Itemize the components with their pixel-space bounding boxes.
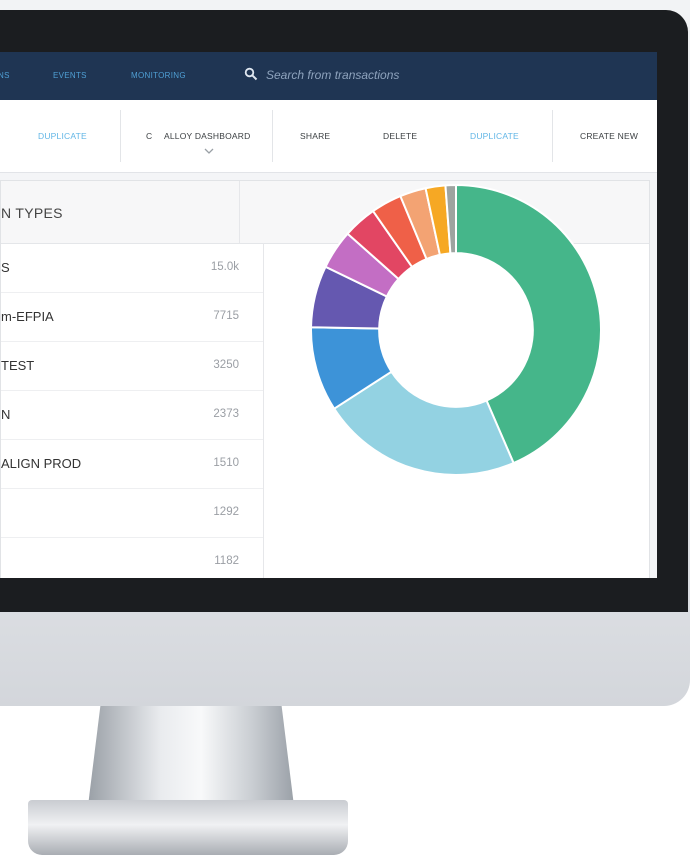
chevron-down-icon[interactable] [203,147,215,155]
search-input[interactable] [266,66,646,84]
monitor-stand-base [28,800,348,855]
monitor-stand-neck [88,706,294,806]
item-label: m-EFPIA [1,309,54,324]
dashboard-toolbar: DUPLICATE C ALLOY DASHBOARD SHARE DELETE… [0,100,657,173]
toolbar-divider [120,110,121,162]
list-item[interactable]: ALIGN PROD 1510 [1,440,263,489]
list-divider [263,243,264,578]
item-label: N [1,407,11,422]
duplicate-button-left[interactable]: DUPLICATE [38,131,87,141]
item-count: 1182 [214,555,239,567]
delete-button[interactable]: DELETE [383,131,417,141]
nav-item-monitoring[interactable]: MONITORING [131,71,186,80]
list-item[interactable]: m-EFPIA 7715 [1,293,263,342]
list-item[interactable]: 1182 [1,538,263,578]
dashboard-prefix: C [146,131,153,141]
item-count: 7715 [213,310,239,322]
item-label: ALIGN PROD [1,456,82,471]
list-item[interactable]: S 15.0k [1,244,263,293]
toolbar-divider [552,110,553,162]
list-item[interactable]: 1292 [1,489,263,538]
header-divider [239,181,240,243]
nav-item-truncated[interactable]: NS [0,71,10,80]
share-button[interactable]: SHARE [300,131,330,141]
toolbar-divider [272,110,273,162]
item-label: S [1,260,10,275]
item-label: TEST [1,358,35,373]
type-list: S 15.0k m-EFPIA 7715 TEST 3250 N 2373 ALIGN … [1,244,263,578]
item-count: 1510 [213,457,239,469]
dashboard-select[interactable]: ALLOY DASHBOARD [164,131,250,141]
donut-chart [310,183,602,476]
screen: NS EVENTS MONITORING DUPLICATE C ALLOY D… [0,52,657,578]
top-nav: NS EVENTS MONITORING [0,52,657,100]
search-icon[interactable] [244,67,258,81]
item-count: 1292 [213,506,239,518]
nav-item-events[interactable]: EVENTS [53,71,87,80]
list-item[interactable]: N 2373 [1,391,263,440]
item-count: 2373 [213,408,239,420]
panel-title: N TYPES [1,205,63,221]
item-count: 3250 [213,359,239,371]
create-new-button[interactable]: CREATE NEW [580,131,638,141]
item-count: 15.0k [210,261,239,273]
duplicate-button[interactable]: DUPLICATE [470,131,519,141]
list-item[interactable]: TEST 3250 [1,342,263,391]
